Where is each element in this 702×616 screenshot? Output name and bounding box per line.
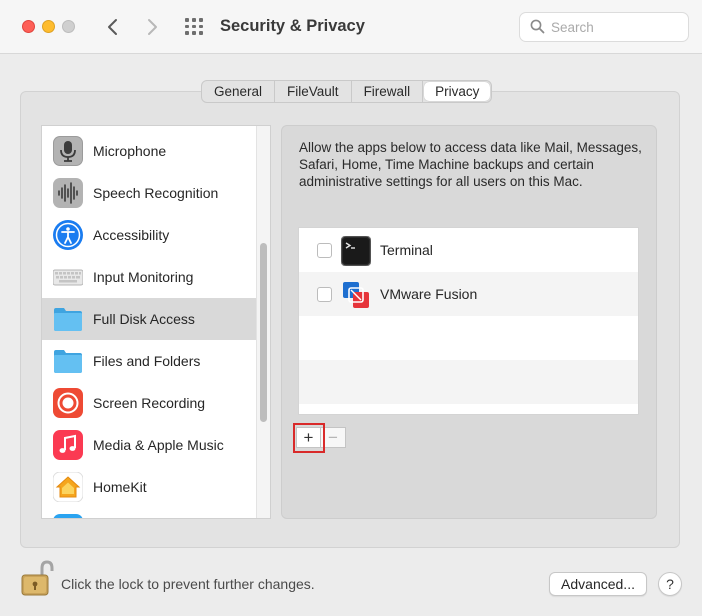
app-label: VMware Fusion [380,286,478,302]
remove-app-button[interactable]: − [321,427,346,448]
terminal-checkbox[interactable] [317,243,332,258]
back-button[interactable] [101,14,125,40]
sidebar-item-label: Files and Folders [93,353,201,369]
sidebar-item-partial[interactable] [42,508,256,518]
search-field[interactable] [519,12,689,42]
window-title: Security & Privacy [220,17,365,35]
accessibility-icon [53,220,83,250]
sidebar-item-speech-recognition[interactable]: Speech Recognition [42,172,256,214]
app-list: Terminal VMware Fusion [298,227,639,415]
app-row-terminal[interactable]: Terminal [299,228,638,272]
app-row-vmware-fusion[interactable]: VMware Fusion [299,272,638,316]
empty-row [299,316,638,360]
sidebar-item-input-monitoring[interactable]: Input Monitoring [42,256,256,298]
add-app-button[interactable]: + [296,427,321,448]
sidebar-item-accessibility[interactable]: Accessibility [42,214,256,256]
minimize-window-button[interactable] [42,20,55,33]
screen-recording-icon [53,388,83,418]
waveform-icon [53,178,83,208]
sidebar-item-microphone[interactable]: Microphone [42,130,256,172]
tab-filevault[interactable]: FileVault [275,81,352,102]
lock-status-text: Click the lock to prevent further change… [61,576,315,592]
partial-category-icon [53,514,83,518]
app-label: Terminal [380,242,433,258]
sidebar-item-homekit[interactable]: HomeKit [42,466,256,508]
sidebar-item-label: Input Monitoring [93,269,194,285]
sidebar-item-full-disk-access[interactable]: Full Disk Access [42,298,256,340]
title-bar: Security & Privacy [0,0,702,54]
tab-firewall[interactable]: Firewall [352,81,424,102]
lock-button[interactable] [20,559,54,597]
sidebar-item-label: Microphone [93,143,167,159]
show-all-grid-button[interactable] [184,17,206,37]
privacy-category-list: Microphone Speech Recognition Accessibil… [41,125,271,519]
tab-general[interactable]: General [202,81,276,102]
folder-icon [54,350,82,373]
folder-icon [54,308,82,331]
tab-bar: General FileVault Firewall Privacy [201,80,493,103]
security-privacy-window: Security & Privacy General FileVault Fir… [0,0,702,616]
sidebar-item-label: Full Disk Access [93,311,195,327]
tab-privacy[interactable]: Privacy [424,82,491,101]
sidebar-scroll-thumb[interactable] [260,243,267,422]
advanced-button[interactable]: Advanced... [549,572,647,596]
music-icon [53,430,83,460]
terminal-icon [341,236,371,266]
forward-button[interactable] [140,14,164,40]
vmware-fusion-checkbox[interactable] [317,287,332,302]
sidebar-item-files-and-folders[interactable]: Files and Folders [42,340,256,382]
vmware-fusion-icon [343,282,369,308]
sidebar-item-media-apple-music[interactable]: Media & Apple Music [42,424,256,466]
panel-description: Allow the apps below to access data like… [299,140,642,189]
sidebar-item-label: HomeKit [93,479,147,495]
search-input[interactable] [551,18,681,36]
keyboard-icon [53,269,83,286]
sidebar-item-label: Media & Apple Music [93,437,224,453]
grid-icon [185,18,189,22]
search-icon [530,19,545,34]
home-icon [53,472,83,502]
empty-row [299,360,638,404]
sidebar-item-label: Speech Recognition [93,185,219,201]
sidebar-item-label: Screen Recording [93,395,206,411]
chevron-left-icon [108,19,117,35]
unlocked-lock-icon [21,560,54,596]
chevron-right-icon [148,19,157,35]
zoom-window-button[interactable] [62,20,75,33]
sidebar-item-screen-recording[interactable]: Screen Recording [42,382,256,424]
help-button[interactable]: ? [658,572,682,596]
sidebar-item-label: Accessibility [93,227,170,243]
add-remove-buttons: + − [296,427,346,448]
microphone-icon [53,136,83,166]
close-window-button[interactable] [22,20,35,33]
